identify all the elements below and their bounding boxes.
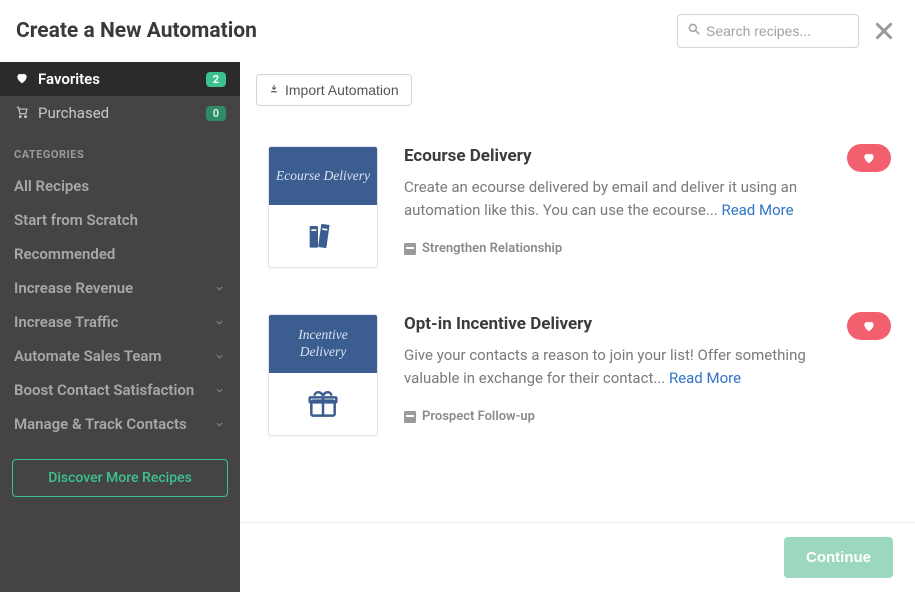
favorite-button[interactable]: [847, 144, 891, 172]
main-content: Import Automation Ecourse Delivery Ecour…: [240, 62, 915, 592]
read-more-link[interactable]: Read More: [669, 369, 741, 387]
category-recommended[interactable]: Recommended: [0, 237, 240, 271]
continue-button[interactable]: Continue: [784, 537, 893, 578]
download-icon: [269, 82, 279, 98]
categories-heading: CATEGORIES: [0, 130, 240, 169]
import-button-label: Import Automation: [285, 82, 399, 98]
category-automate-sales-team[interactable]: Automate Sales Team: [0, 339, 240, 373]
cart-icon: [14, 105, 30, 122]
main-toolbar: Import Automation: [240, 62, 915, 118]
recipe-thumbnail[interactable]: Incentive Delivery: [268, 314, 378, 436]
category-increase-revenue[interactable]: Increase Revenue: [0, 271, 240, 305]
search-wrapper: [677, 14, 859, 48]
category-label: Recommended: [14, 245, 226, 263]
modal-header: Create a New Automation: [0, 0, 915, 62]
recipe-thumbnail[interactable]: Ecourse Delivery: [268, 146, 378, 268]
page-title: Create a New Automation: [16, 19, 665, 43]
recipe-title: Ecourse Delivery: [404, 146, 827, 166]
recipe-tag[interactable]: Prospect Follow-up: [404, 409, 535, 424]
chevron-down-icon: [212, 383, 226, 397]
import-automation-button[interactable]: Import Automation: [256, 74, 412, 106]
thumbnail-title: Ecourse Delivery: [269, 147, 377, 205]
sidebar-item-purchased[interactable]: Purchased 0: [0, 96, 240, 130]
modal-footer: Continue: [240, 522, 915, 592]
heart-icon: [14, 71, 30, 88]
discover-more-recipes-button[interactable]: Discover More Recipes: [12, 459, 228, 497]
search-input[interactable]: [677, 14, 859, 48]
close-icon: [874, 21, 894, 41]
gift-icon: [269, 373, 377, 435]
category-label: Start from Scratch: [14, 211, 226, 229]
sidebar-top-section: Favorites 2 Purchased 0: [0, 62, 240, 130]
books-icon: [269, 205, 377, 267]
heart-icon: [862, 319, 876, 333]
archive-icon: [404, 411, 416, 423]
recipe-tag[interactable]: Strengthen Relationship: [404, 241, 562, 256]
chevron-down-icon: [212, 417, 226, 431]
search-icon: [687, 22, 701, 40]
recipe-description: Create an ecourse delivered by email and…: [404, 176, 827, 221]
sidebar-item-label: Purchased: [38, 104, 198, 122]
category-label: All Recipes: [14, 177, 226, 195]
recipe-tag-label: Prospect Follow-up: [422, 409, 535, 424]
recipe-list: Ecourse Delivery Ecourse Delivery Create…: [240, 118, 915, 522]
category-increase-traffic[interactable]: Increase Traffic: [0, 305, 240, 339]
category-label: Increase Revenue: [14, 279, 212, 297]
sidebar-item-label: Favorites: [38, 70, 198, 88]
recipe-card: Incentive Delivery Opt-in Incentive Deli…: [264, 298, 891, 466]
recipe-card: Ecourse Delivery Ecourse Delivery Create…: [264, 130, 891, 298]
close-button[interactable]: [871, 18, 897, 44]
recipe-tag-label: Strengthen Relationship: [422, 241, 562, 256]
purchased-count-badge: 0: [206, 106, 226, 121]
category-label: Boost Contact Satisfaction: [14, 381, 212, 399]
category-all-recipes[interactable]: All Recipes: [0, 169, 240, 203]
favorites-count-badge: 2: [206, 72, 226, 87]
category-boost-contact-satisfaction[interactable]: Boost Contact Satisfaction: [0, 373, 240, 407]
category-start-from-scratch[interactable]: Start from Scratch: [0, 203, 240, 237]
category-label: Manage & Track Contacts: [14, 415, 212, 433]
recipe-description-text: Give your contacts a reason to join your…: [404, 346, 806, 387]
sidebar-item-favorites[interactable]: Favorites 2: [0, 62, 240, 96]
favorite-button[interactable]: [847, 312, 891, 340]
category-manage-track-contacts[interactable]: Manage & Track Contacts: [0, 407, 240, 441]
recipe-description: Give your contacts a reason to join your…: [404, 344, 827, 389]
recipe-body: Opt-in Incentive Delivery Give your cont…: [404, 314, 891, 436]
recipe-title: Opt-in Incentive Delivery: [404, 314, 827, 334]
chevron-down-icon: [212, 349, 226, 363]
read-more-link[interactable]: Read More: [721, 201, 793, 219]
sidebar: Favorites 2 Purchased 0 CATEGORIES All R…: [0, 62, 240, 592]
heart-icon: [862, 151, 876, 165]
category-label: Increase Traffic: [14, 313, 212, 331]
thumbnail-title: Incentive Delivery: [269, 315, 377, 373]
archive-icon: [404, 243, 416, 255]
chevron-down-icon: [212, 281, 226, 295]
category-label: Automate Sales Team: [14, 347, 212, 365]
chevron-down-icon: [212, 315, 226, 329]
recipe-body: Ecourse Delivery Create an ecourse deliv…: [404, 146, 891, 268]
